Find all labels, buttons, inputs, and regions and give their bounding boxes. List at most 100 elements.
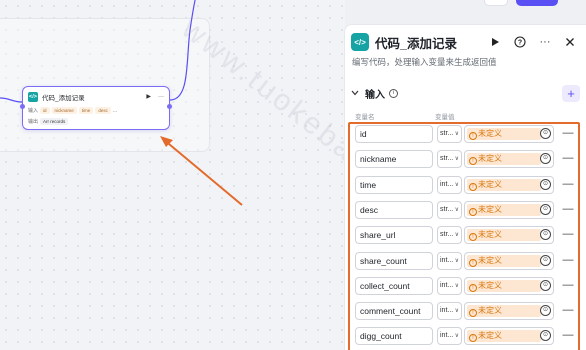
param-type-select[interactable]: int... ∨ xyxy=(437,302,462,321)
close-icon[interactable] xyxy=(560,32,580,52)
param-type-value: str... xyxy=(440,155,454,163)
param-type-value: int... xyxy=(440,180,454,188)
param-value-field[interactable]: ! 未定义 ⊙ xyxy=(464,150,554,169)
undefined-tag: ! 未定义 xyxy=(467,203,541,216)
workflow-canvas[interactable]: www.tuokebao.net </> 代码_添加记录 ▶ ··· 输入 id… xyxy=(0,0,345,350)
panel-title[interactable]: 代码_添加记录 xyxy=(375,33,480,52)
play-icon[interactable] xyxy=(485,32,505,52)
node-input-label: 输入 xyxy=(28,108,39,114)
remove-param-button[interactable]: — xyxy=(561,226,575,244)
svg-text:?: ? xyxy=(518,40,522,47)
param-value-field[interactable]: ! 未定义 ⊙ xyxy=(464,276,554,295)
param-type-select[interactable]: int... ∨ xyxy=(437,175,462,194)
param-type-select[interactable]: str... ∨ xyxy=(437,200,462,219)
more-icon[interactable]: ··· xyxy=(158,94,164,100)
node-output-port[interactable] xyxy=(167,104,172,109)
warning-icon: ! xyxy=(469,334,477,343)
param-value-field[interactable]: ! 未定义 ⊙ xyxy=(464,175,554,194)
param-name-input[interactable]: share_url xyxy=(355,226,433,245)
param-name-input[interactable]: time xyxy=(355,175,433,194)
variable-picker-icon[interactable]: ⊙ xyxy=(540,128,551,139)
node-input-pill: time xyxy=(78,107,94,114)
chevron-down-icon: ∨ xyxy=(454,232,459,239)
more-icon[interactable]: ··· xyxy=(535,32,555,52)
help-icon[interactable]: ? xyxy=(510,32,530,52)
param-row: id str... ∨! 未定义 ⊙ — xyxy=(353,125,579,145)
toolbar-primary-button[interactable] xyxy=(516,0,558,6)
play-icon[interactable]: ▶ xyxy=(146,93,151,100)
toolbar-button[interactable] xyxy=(484,0,508,6)
edge-layer xyxy=(0,0,196,103)
param-name-input[interactable]: nickname xyxy=(355,150,433,169)
param-type-select[interactable]: str... ∨ xyxy=(437,226,462,245)
param-name-input[interactable]: desc xyxy=(355,200,433,219)
param-row: desc str... ∨! 未定义 ⊙ — xyxy=(353,200,579,221)
input-section-header[interactable]: 输入 i + xyxy=(351,83,580,103)
variable-picker-icon[interactable]: ⊙ xyxy=(540,254,551,266)
param-name-input[interactable]: collect_count xyxy=(355,276,433,295)
node-input-pill: nickname xyxy=(51,107,77,114)
param-value-field[interactable]: ! 未定义 ⊙ xyxy=(464,302,554,321)
node-input-pill: id xyxy=(40,107,50,114)
add-variable-button[interactable]: + xyxy=(562,84,580,102)
param-name-input[interactable]: id xyxy=(355,125,433,143)
chevron-down-icon[interactable] xyxy=(351,88,363,98)
variable-picker-icon[interactable]: ⊙ xyxy=(540,203,551,215)
code-node-card[interactable]: </> 代码_添加记录 ▶ ··· 输入 id nickname time de… xyxy=(20,86,172,130)
warning-icon: ! xyxy=(469,309,477,318)
chevron-down-icon: ∨ xyxy=(454,308,459,315)
param-type-value: int... xyxy=(440,281,454,289)
remove-param-button[interactable]: — xyxy=(561,252,575,270)
param-name-input[interactable]: share_count xyxy=(355,251,433,270)
param-value-field[interactable]: ! 未定义 ⊙ xyxy=(464,200,554,219)
remove-param-button[interactable]: — xyxy=(561,302,575,320)
param-value-text: 未定义 xyxy=(478,331,502,341)
variable-picker-icon[interactable]: ⊙ xyxy=(540,153,551,165)
param-type-select[interactable]: int... ∨ xyxy=(437,276,462,295)
param-type-select[interactable]: str... ∨ xyxy=(437,150,462,169)
chevron-down-icon: ∨ xyxy=(454,257,459,264)
warning-icon: ! xyxy=(469,283,477,292)
remove-param-button[interactable]: — xyxy=(561,176,575,194)
node-input-port[interactable] xyxy=(20,104,25,109)
chevron-down-icon: ∨ xyxy=(454,333,459,340)
panel-description: 编写代码，处理输入变量来生成返回值 xyxy=(352,57,497,67)
param-value-field[interactable]: ! 未定义 ⊙ xyxy=(464,226,554,245)
variable-picker-icon[interactable]: ⊙ xyxy=(540,229,551,241)
param-type-value: str... xyxy=(440,231,454,239)
param-row: collect_count int... ∨! 未定义 ⊙ — xyxy=(353,276,579,297)
param-row: digg_count int... ∨! 未定义 ⊙ — xyxy=(353,327,579,347)
chevron-down-icon: ∨ xyxy=(454,206,459,213)
param-type-select[interactable]: int... ∨ xyxy=(437,327,462,346)
param-row: share_url str... ∨! 未定义 ⊙ — xyxy=(353,226,579,246)
param-value-text: 未定义 xyxy=(478,255,502,265)
param-value-field[interactable]: ! 未定义 ⊙ xyxy=(464,327,554,346)
param-type-value: int... xyxy=(440,256,454,264)
chevron-down-icon: ∨ xyxy=(454,282,459,289)
node-config-panel: </> 代码_添加记录 ? ··· 编写代码，处理输入变量来生成返回值 输入 i… xyxy=(344,24,586,350)
param-type-select[interactable]: str... ∨ xyxy=(437,125,462,143)
remove-param-button[interactable]: — xyxy=(561,327,575,345)
undefined-tag: ! 未定义 xyxy=(467,254,541,267)
remove-param-button[interactable]: — xyxy=(561,277,575,295)
remove-param-button[interactable]: — xyxy=(561,150,575,168)
variable-picker-icon[interactable]: ⊙ xyxy=(540,279,551,291)
undefined-tag: ! 未定义 xyxy=(467,128,541,140)
param-name-input[interactable]: digg_count xyxy=(355,327,433,346)
remove-param-button[interactable]: — xyxy=(561,125,575,143)
variable-picker-icon[interactable]: ⊙ xyxy=(540,305,551,317)
remove-param-button[interactable]: — xyxy=(561,201,575,219)
node-output-label: 输出 xyxy=(28,119,39,125)
param-type-value: str... xyxy=(440,205,454,213)
param-name-input[interactable]: comment_count xyxy=(355,302,433,321)
param-value-field[interactable]: ! 未定义 ⊙ xyxy=(464,125,554,143)
param-type-select[interactable]: int... ∨ xyxy=(437,251,462,270)
info-icon[interactable]: i xyxy=(389,88,398,98)
input-section-title: 输入 xyxy=(365,89,385,101)
variable-picker-icon[interactable]: ⊙ xyxy=(540,178,551,190)
param-value-field[interactable]: ! 未定义 ⊙ xyxy=(464,251,554,270)
param-value-text: 未定义 xyxy=(478,280,502,290)
variable-picker-icon[interactable]: ⊙ xyxy=(540,330,551,342)
undefined-tag: ! 未定义 xyxy=(467,153,541,166)
undefined-tag: ! 未定义 xyxy=(467,279,541,292)
